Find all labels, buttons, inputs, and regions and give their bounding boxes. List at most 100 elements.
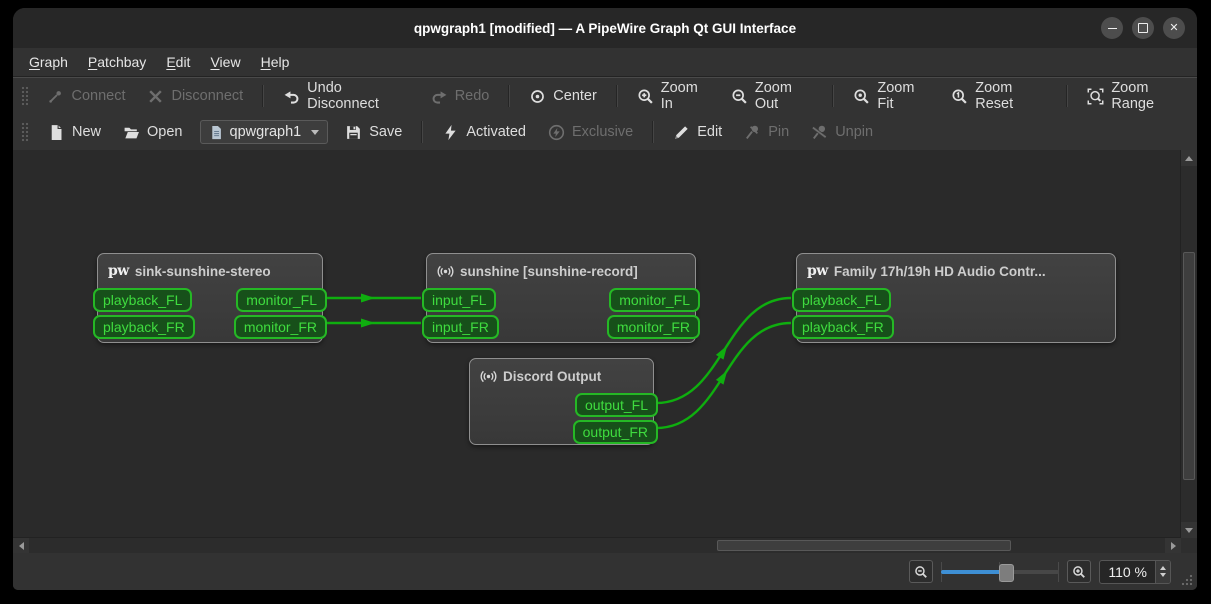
menu-view[interactable]: View <box>200 50 250 74</box>
unpin-button[interactable]: Unpin <box>802 119 882 146</box>
horizontal-scrollbar-thumb[interactable] <box>717 540 1011 551</box>
zoom-reset-label: Zoom Reset <box>975 80 1014 112</box>
titlebar: qpwgraph1 [modified] — A PipeWire Graph … <box>13 8 1197 48</box>
menu-help[interactable]: Help <box>251 50 300 74</box>
redo-button[interactable]: Redo <box>422 83 499 110</box>
app-window: qpwgraph1 [modified] — A PipeWire Graph … <box>13 8 1197 590</box>
toolbar-separator <box>262 85 265 107</box>
zoom-fit-icon <box>854 88 870 104</box>
patchbay-selector[interactable]: qpwgraph1 <box>199 120 329 144</box>
port-playback_FL[interactable]: playback_FL <box>93 288 193 312</box>
toolbar-separator <box>832 85 835 107</box>
open-label: Open <box>147 124 183 140</box>
node-sink-sunshine-stereo[interactable]: pw sink-sunshine-stereo playback_FL play… <box>93 253 327 343</box>
toolbar-patchbay: New Open qpwgraph1 Save Activated Exclus… <box>13 114 1197 151</box>
chevron-down-icon <box>311 129 320 135</box>
statusbar-zoom-out-button[interactable] <box>909 560 934 583</box>
port-playback_FR[interactable]: playback_FR <box>792 315 894 339</box>
undo-label: Undo Disconnect <box>307 80 379 112</box>
edit-label: Edit <box>697 124 723 140</box>
minimize-button[interactable] <box>1101 17 1123 39</box>
port-input_FL[interactable]: input_FL <box>422 288 497 312</box>
zoom-in-button[interactable]: Zoom In <box>628 75 718 117</box>
port-playback_FR[interactable]: playback_FR <box>93 315 195 339</box>
zoom-slider[interactable] <box>941 561 1060 582</box>
scroll-right-button[interactable] <box>1165 538 1181 553</box>
menu-edit[interactable]: Edit <box>156 50 200 74</box>
zoom-range-button[interactable]: Zoom Range <box>1078 75 1197 117</box>
edit-button[interactable]: Edit <box>664 119 731 146</box>
resize-grip[interactable] <box>1179 572 1193 586</box>
port-monitor_FL[interactable]: monitor_FL <box>609 288 700 312</box>
pin-icon <box>746 125 759 139</box>
connection-wires <box>326 293 792 430</box>
connect-button[interactable]: Connect <box>38 83 134 110</box>
node-title: Discord Output <box>470 359 653 393</box>
scroll-up-button[interactable] <box>1181 150 1197 166</box>
graph-viewport[interactable]: pw sink-sunshine-stereo playback_FL play… <box>13 150 1181 538</box>
zoom-out-button[interactable]: Zoom Out <box>722 75 823 117</box>
save-button[interactable]: Save <box>336 119 411 146</box>
node-discord-output[interactable]: Discord Output output_FL output_FR <box>469 358 658 445</box>
zoom-reset-icon <box>952 88 967 104</box>
node-family-hd-audio[interactable]: pw Family 17h/19h HD Audio Contr... play… <box>792 253 1116 343</box>
node-title-text: Family 17h/19h HD Audio Contr... <box>833 263 1046 279</box>
save-label: Save <box>369 124 403 140</box>
arrow-down-icon <box>1185 527 1193 533</box>
exclusive-button[interactable]: Exclusive <box>539 119 642 146</box>
port-monitor_FR[interactable]: monitor_FR <box>233 315 327 339</box>
open-folder-icon <box>124 127 139 138</box>
undo-icon <box>284 90 299 104</box>
horizontal-scrollbar[interactable] <box>13 537 1181 553</box>
zoom-in-icon <box>638 88 653 104</box>
port-playback_FL[interactable]: playback_FL <box>792 288 892 312</box>
zoom-slider-handle[interactable] <box>999 563 1015 582</box>
save-icon <box>347 125 361 139</box>
center-icon <box>531 89 545 103</box>
statusbar-zoom-in-button[interactable] <box>1067 560 1092 583</box>
vertical-scrollbar-thumb[interactable] <box>1183 252 1195 480</box>
zoom-reset-button[interactable]: Zoom Reset <box>942 75 1056 117</box>
disconnect-label: Disconnect <box>171 88 244 104</box>
close-button[interactable]: ✕ <box>1163 17 1185 39</box>
vertical-scrollbar[interactable] <box>1180 150 1197 538</box>
redo-label: Redo <box>454 88 490 104</box>
window-title: qpwgraph1 [modified] — A PipeWire Graph … <box>413 20 797 36</box>
new-button[interactable]: New <box>39 119 110 146</box>
node-sunshine[interactable]: sunshine [sunshine-record] input_FL inpu… <box>422 253 700 343</box>
toolbar-drag-handle[interactable] <box>21 86 29 106</box>
center-label: Center <box>553 88 597 104</box>
open-button[interactable]: Open <box>114 119 191 146</box>
undo-button[interactable]: Undo Disconnect <box>274 75 418 117</box>
disconnect-button[interactable]: Disconnect <box>138 83 252 110</box>
maximize-button[interactable] <box>1132 17 1154 39</box>
activated-button[interactable]: Activated <box>433 119 535 146</box>
port-monitor_FL[interactable]: monitor_FL <box>236 288 327 312</box>
toolbar-drag-handle[interactable] <box>21 122 29 142</box>
toolbar-separator <box>1066 85 1069 107</box>
scroll-left-button[interactable] <box>13 538 29 553</box>
zoom-level-spinbox[interactable]: 110 % <box>1099 559 1171 584</box>
exclusive-label: Exclusive <box>571 124 634 140</box>
graph-canvas[interactable]: pw sink-sunshine-stereo playback_FL play… <box>13 150 1197 553</box>
port-input_FR[interactable]: input_FR <box>422 315 499 339</box>
spin-up-button[interactable] <box>1160 566 1166 570</box>
menu-graph[interactable]: Graph <box>19 50 78 74</box>
zoom-fit-button[interactable]: Zoom Fit <box>844 75 938 117</box>
unpin-label: Unpin <box>835 124 874 140</box>
port-monitor_FR[interactable]: monitor_FR <box>606 315 700 339</box>
zoom-range-label: Zoom Range <box>1111 80 1155 112</box>
node-title: pw Family 17h/19h HD Audio Contr... <box>797 254 1115 288</box>
activated-icon <box>445 124 456 140</box>
pin-button[interactable]: Pin <box>735 119 798 146</box>
disconnect-icon <box>149 89 163 103</box>
toolbar-separator <box>421 121 424 143</box>
center-button[interactable]: Center <box>520 83 606 110</box>
spin-down-button[interactable] <box>1160 573 1166 577</box>
zoom-out-icon <box>915 565 928 578</box>
menu-patchbay[interactable]: Patchbay <box>78 50 156 74</box>
port-output_FL[interactable]: output_FL <box>574 393 658 417</box>
scroll-down-button[interactable] <box>1181 522 1197 538</box>
port-output_FR[interactable]: output_FR <box>572 420 658 444</box>
toolbar-separator <box>508 85 511 107</box>
